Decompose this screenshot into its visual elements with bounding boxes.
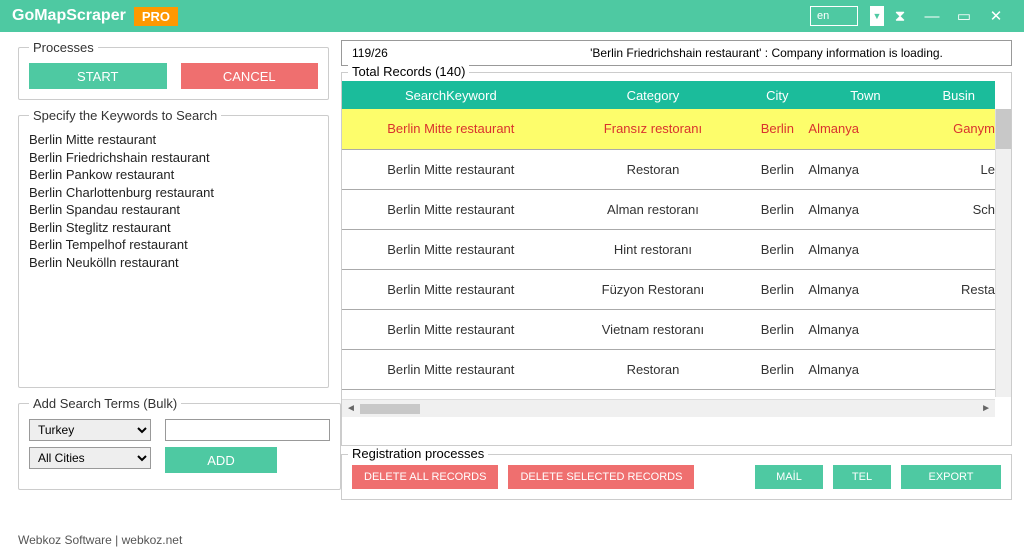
table-row[interactable]: Berlin Mitte restaurantFransız restoranı… <box>342 109 995 149</box>
add-terms-legend: Add Search Terms (Bulk) <box>29 396 181 411</box>
processes-legend: Processes <box>29 40 98 55</box>
keyword-item[interactable]: Berlin Steglitz restaurant <box>29 219 318 237</box>
keywords-legend: Specify the Keywords to Search <box>29 108 221 123</box>
cell-kw: Berlin Mitte restaurant <box>342 269 560 309</box>
cell-bus <box>922 229 995 269</box>
cell-city: Berlin <box>746 269 808 309</box>
col-business[interactable]: Busin <box>922 81 995 109</box>
add-terms-group: Add Search Terms (Bulk) Turkey All Citie… <box>18 396 341 490</box>
chevron-down-icon: ▼ <box>870 6 884 26</box>
table-row[interactable]: Berlin Mitte restaurantVietnam restoranı… <box>342 309 995 349</box>
cell-cat: Fransız restoranı <box>560 109 747 149</box>
cell-kw: Berlin Mitte restaurant <box>342 109 560 149</box>
cell-kw: Berlin Mitte restaurant <box>342 229 560 269</box>
status-count: 119/26 <box>352 46 532 60</box>
cell-town: Almanya <box>808 109 922 149</box>
records-panel: Total Records (140) SearchKeyword Catego… <box>341 72 1012 446</box>
hourglass-icon[interactable]: ⧗ <box>884 8 916 25</box>
keywords-group: Specify the Keywords to Search Berlin Mi… <box>18 108 329 388</box>
records-table[interactable]: SearchKeyword Category City Town Busin B… <box>342 81 995 417</box>
cell-bus <box>922 349 995 389</box>
delete-selected-button[interactable]: DELETE SELECTED RECORDS <box>508 465 694 489</box>
start-button[interactable]: START <box>29 63 167 89</box>
cell-city: Berlin <box>746 349 808 389</box>
city-select[interactable]: All Cities <box>29 447 151 469</box>
cell-cat: Vietnam restoranı <box>560 309 747 349</box>
keyword-item[interactable]: Berlin Tempelhof restaurant <box>29 236 318 254</box>
export-button[interactable]: EXPORT <box>901 465 1001 489</box>
footer-text: Webkoz Software | webkoz.net <box>0 529 1024 551</box>
cell-kw: Berlin Mitte restaurant <box>342 149 560 189</box>
cell-town: Almanya <box>808 309 922 349</box>
records-title: Total Records (140) <box>348 64 469 79</box>
cell-cat: Restoran <box>560 149 747 189</box>
cancel-button[interactable]: CANCEL <box>181 63 319 89</box>
registration-title: Registration processes <box>348 446 488 461</box>
cell-town: Almanya <box>808 269 922 309</box>
titlebar: GoMapScraper PRO en ▼ ⧗ — ▭ ✕ <box>0 0 1024 32</box>
status-message: 'Berlin Friedrichshain restaurant' : Com… <box>532 46 1001 60</box>
table-row[interactable]: Berlin Mitte restaurantRestoranBerlinAlm… <box>342 349 995 389</box>
add-button[interactable]: ADD <box>165 447 277 473</box>
cell-kw: Berlin Mitte restaurant <box>342 349 560 389</box>
cell-cat: Hint restoranı <box>560 229 747 269</box>
cell-city: Berlin <box>746 309 808 349</box>
app-title: GoMapScraper <box>12 7 126 25</box>
keyword-item[interactable]: Berlin Charlottenburg restaurant <box>29 184 318 202</box>
keywords-list[interactable]: Berlin Mitte restaurantBerlin Friedrichs… <box>29 131 318 377</box>
cell-city: Berlin <box>746 149 808 189</box>
col-searchkeyword[interactable]: SearchKeyword <box>342 81 560 109</box>
vertical-scrollbar[interactable] <box>995 109 1011 397</box>
keyword-item[interactable]: Berlin Spandau restaurant <box>29 201 318 219</box>
cell-kw: Berlin Mitte restaurant <box>342 189 560 229</box>
cell-town: Almanya <box>808 349 922 389</box>
keyword-item[interactable]: Berlin Neukölln restaurant <box>29 254 318 272</box>
close-icon[interactable]: ✕ <box>980 7 1012 25</box>
pro-badge: PRO <box>134 7 178 26</box>
maximize-icon[interactable]: ▭ <box>948 7 980 25</box>
cell-town: Almanya <box>808 229 922 269</box>
cell-cat: Alman restoranı <box>560 189 747 229</box>
tel-button[interactable]: TEL <box>833 465 891 489</box>
cell-kw: Berlin Mitte restaurant <box>342 309 560 349</box>
table-row[interactable]: Berlin Mitte restaurantFüzyon RestoranıB… <box>342 269 995 309</box>
table-row[interactable]: Berlin Mitte restaurantAlman restoranıBe… <box>342 189 995 229</box>
processes-group: Processes START CANCEL <box>18 40 329 100</box>
scroll-left-icon[interactable]: ◄ <box>346 403 356 414</box>
delete-all-button[interactable]: DELETE ALL RECORDS <box>352 465 498 489</box>
table-row[interactable]: Berlin Mitte restaurantHint restoranıBer… <box>342 229 995 269</box>
cell-bus: Resta <box>922 269 995 309</box>
col-category[interactable]: Category <box>560 81 747 109</box>
cell-town: Almanya <box>808 149 922 189</box>
cell-bus: Le <box>922 149 995 189</box>
scroll-right-icon[interactable]: ► <box>981 403 991 414</box>
col-city[interactable]: City <box>746 81 808 109</box>
cell-bus: Ganym <box>922 109 995 149</box>
horizontal-scrollbar[interactable]: ◄ ► <box>342 399 995 417</box>
table-header-row: SearchKeyword Category City Town Busin <box>342 81 995 109</box>
keyword-item[interactable]: Berlin Pankow restaurant <box>29 166 318 184</box>
minimize-icon[interactable]: — <box>916 8 948 25</box>
col-town[interactable]: Town <box>808 81 922 109</box>
status-bar: 119/26 'Berlin Friedrichshain restaurant… <box>341 40 1012 66</box>
keyword-item[interactable]: Berlin Mitte restaurant <box>29 131 318 149</box>
term-input[interactable] <box>165 419 330 441</box>
cell-cat: Restoran <box>560 349 747 389</box>
mail-button[interactable]: MAİL <box>755 465 823 489</box>
keyword-item[interactable]: Berlin Friedrichshain restaurant <box>29 149 318 167</box>
cell-city: Berlin <box>746 109 808 149</box>
country-select[interactable]: Turkey <box>29 419 151 441</box>
cell-bus <box>922 309 995 349</box>
cell-town: Almanya <box>808 189 922 229</box>
cell-bus: Sch <box>922 189 995 229</box>
cell-cat: Füzyon Restoranı <box>560 269 747 309</box>
cell-city: Berlin <box>746 189 808 229</box>
language-select[interactable]: en ▼ <box>810 6 884 26</box>
table-row[interactable]: Berlin Mitte restaurantRestoranBerlinAlm… <box>342 149 995 189</box>
cell-city: Berlin <box>746 229 808 269</box>
registration-panel: Registration processes DELETE ALL RECORD… <box>341 454 1012 500</box>
